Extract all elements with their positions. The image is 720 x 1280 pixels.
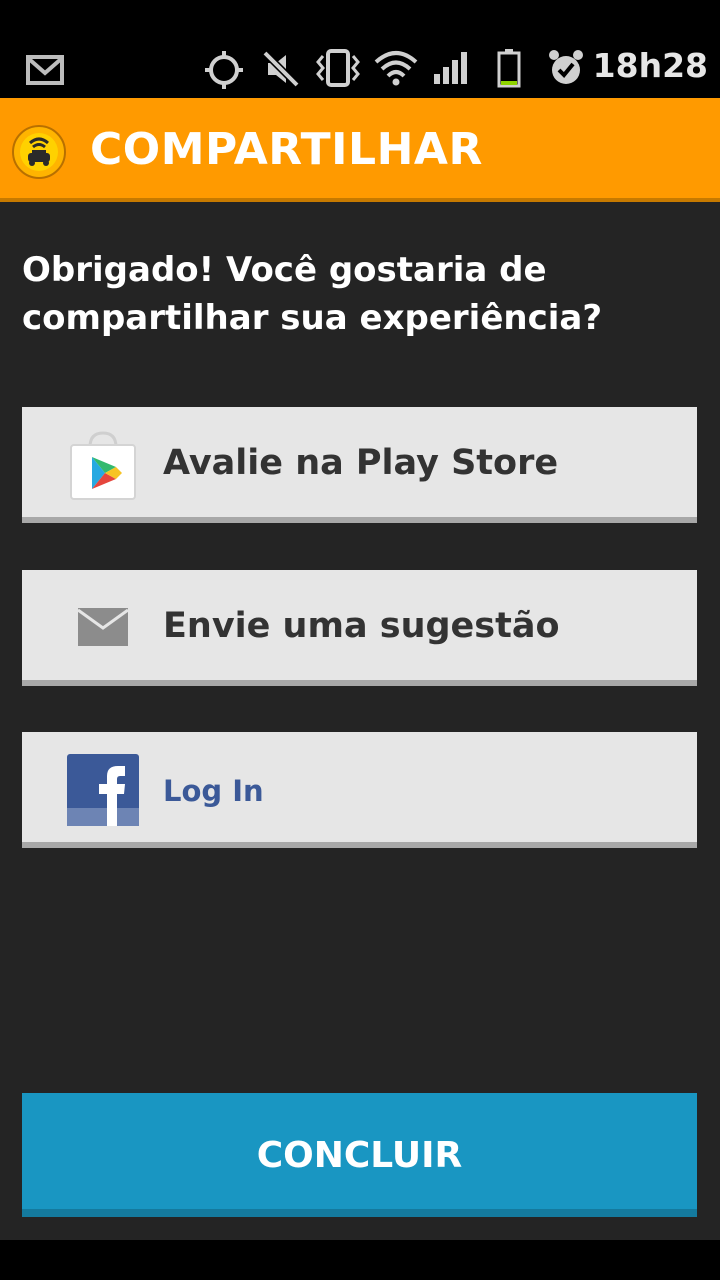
wifi-icon [374, 51, 418, 86]
rate-play-store-label: Avalie na Play Store [163, 443, 559, 483]
share-screen: 18h28 COMPARTILHAR Obrigado! Você gostar… [0, 0, 720, 1280]
status-bar: 18h28 [0, 0, 720, 98]
facebook-login-label: Log In [163, 774, 264, 808]
status-time: 18h28 [592, 46, 708, 85]
signal-icon [434, 52, 467, 84]
page-title: COMPARTILHAR [90, 124, 483, 175]
play-store-icon [70, 431, 136, 500]
send-suggestion-button[interactable]: Envie uma sugestão [22, 570, 697, 686]
action-bar: COMPARTILHAR [0, 98, 720, 202]
gps-icon [205, 51, 243, 89]
rate-play-store-button[interactable]: Avalie na Play Store [22, 407, 697, 523]
alarm-icon [549, 50, 583, 84]
mute-icon [262, 50, 300, 88]
share-prompt-line-2: compartilhar sua experiência? [22, 298, 603, 338]
bottom-bar [0, 1240, 720, 1280]
battery-icon [497, 49, 521, 88]
facebook-icon [67, 754, 139, 826]
share-prompt-line-1: Obrigado! Você gostaria de [22, 250, 547, 290]
send-suggestion-label: Envie uma sugestão [163, 606, 560, 646]
vibrate-icon [316, 49, 360, 87]
share-prompt: Obrigado! Você gostaria de compartilhar … [22, 246, 702, 342]
facebook-login-button[interactable]: Log In [22, 732, 697, 848]
conclude-button[interactable]: CONCLUIR [22, 1093, 697, 1217]
taxi-app-logo[interactable] [12, 125, 66, 179]
conclude-label: CONCLUIR [256, 1135, 463, 1176]
gmail-icon [26, 55, 64, 85]
mail-icon [78, 608, 128, 646]
